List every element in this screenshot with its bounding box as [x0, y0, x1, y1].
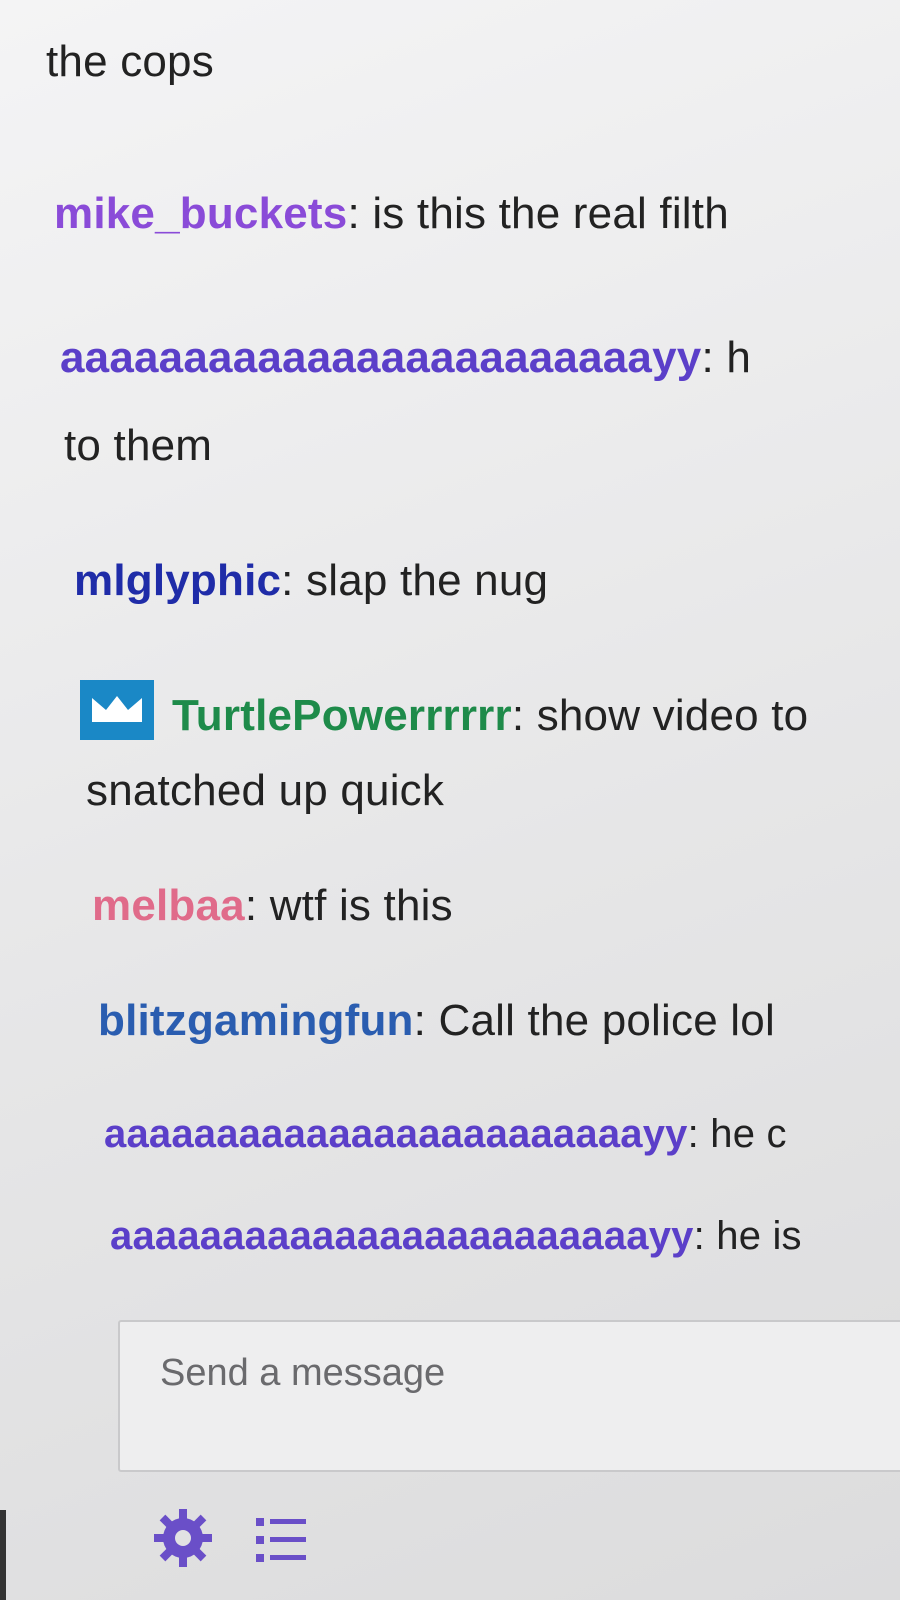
message-separator: :	[347, 189, 360, 238]
chat-line: the cops	[46, 36, 214, 88]
username[interactable]: mlglyphic	[74, 556, 281, 605]
message-separator: :	[281, 556, 294, 605]
chat-line: TurtlePowerrrrrr: show video to	[80, 680, 808, 742]
chat-line: aaaaaaaaaaaaaaaaaaaaaaaayy: h	[60, 332, 751, 384]
message-text: Call the police lol	[426, 996, 775, 1045]
message-separator: :	[687, 1112, 699, 1156]
username[interactable]: TurtlePowerrrrrr	[172, 691, 512, 740]
frame-edge	[0, 1510, 6, 1600]
message-text: to them	[64, 421, 213, 470]
chat-line: aaaaaaaaaaaaaaaaaaaaaaaayy: he is	[110, 1210, 802, 1262]
message-input[interactable]: Send a message	[118, 1320, 900, 1472]
chat-panel: the cops mike_buckets: is this the real …	[0, 0, 900, 1600]
message-text: he is	[704, 1214, 802, 1258]
chat-line: snatched up quick	[86, 765, 444, 817]
message-input-placeholder: Send a message	[160, 1352, 446, 1394]
message-text: snatched up quick	[86, 766, 445, 815]
message-text: the cops	[46, 37, 214, 86]
crown-badge-icon	[80, 680, 154, 740]
message-separator: :	[701, 333, 714, 382]
chat-line: mike_buckets: is this the real filth	[54, 188, 729, 240]
username[interactable]: mike_buckets	[54, 189, 347, 238]
chat-line: aaaaaaaaaaaaaaaaaaaaaaaayy: he c	[104, 1108, 787, 1160]
message-separator: :	[413, 996, 427, 1045]
chat-line: melbaa: wtf is this	[92, 880, 453, 932]
message-separator: :	[244, 881, 258, 930]
message-text: wtf is this	[257, 881, 453, 930]
message-separator: :	[511, 691, 525, 740]
chat-line: to them	[64, 420, 212, 472]
username[interactable]: aaaaaaaaaaaaaaaaaaaaaaaayy	[104, 1112, 688, 1156]
message-text: slap the nug	[293, 556, 549, 605]
username[interactable]: blitzgamingfun	[98, 996, 414, 1045]
message-separator: :	[693, 1214, 705, 1258]
list-icon[interactable]	[252, 1512, 312, 1573]
message-text: h	[713, 333, 751, 382]
chat-line: mlglyphic: slap the nug	[74, 555, 548, 607]
message-text: he c	[698, 1112, 787, 1156]
username[interactable]: aaaaaaaaaaaaaaaaaaaaaaaayy	[110, 1214, 694, 1258]
username[interactable]: aaaaaaaaaaaaaaaaaaaaaaaayy	[60, 333, 701, 382]
username[interactable]: melbaa	[92, 881, 245, 930]
chat-line: blitzgamingfun: Call the police lol	[98, 995, 775, 1047]
message-text: is this the real filth	[359, 189, 729, 238]
message-text: show video to	[524, 691, 809, 740]
gear-icon[interactable]	[150, 1505, 216, 1576]
